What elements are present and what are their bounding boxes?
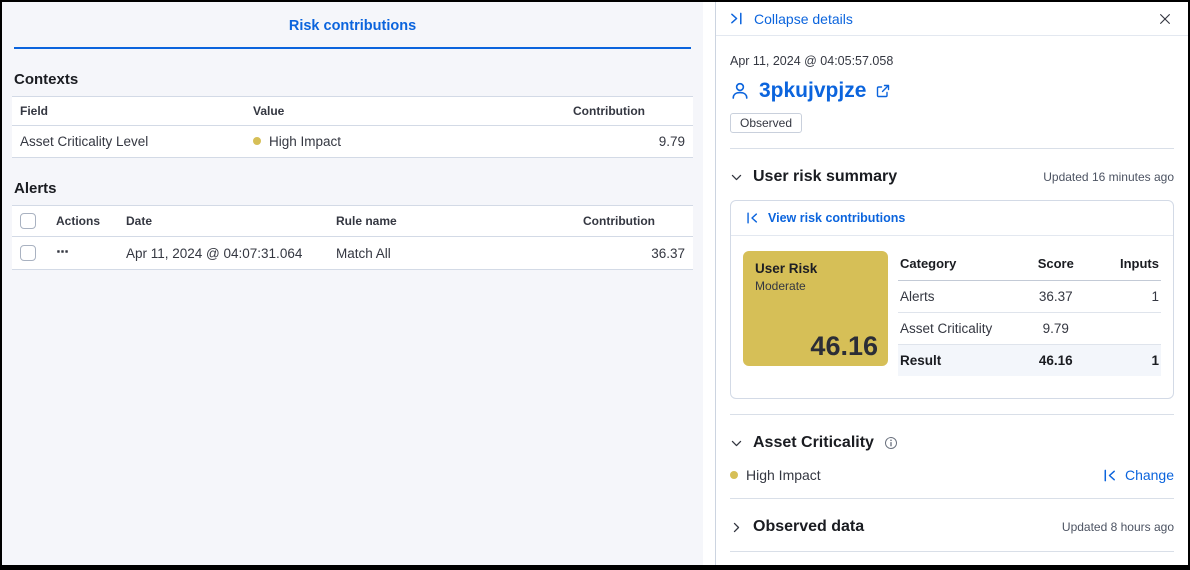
score-inputs-cell	[1095, 313, 1161, 345]
contexts-col-contribution: Contribution	[565, 97, 693, 126]
asset-criticality-title: Asset Criticality	[753, 434, 874, 452]
view-risk-contributions-button[interactable]: View risk contributions	[731, 201, 1173, 236]
info-icon[interactable]	[884, 436, 898, 450]
alerts-col-date: Date	[118, 206, 328, 237]
contexts-row: Asset Criticality Level High Impact 9.79	[12, 126, 693, 158]
alerts-table: Actions Date Rule name Contribution	[12, 205, 693, 270]
collapse-details-button[interactable]: Collapse details	[730, 11, 853, 27]
contexts-contribution-cell: 9.79	[565, 126, 693, 158]
chevron-down-icon[interactable]	[730, 437, 743, 450]
tab-bar: Risk contributions	[2, 2, 703, 49]
contexts-header-row: Field Value Contribution	[12, 97, 693, 126]
risk-tile-score: 46.16	[810, 331, 878, 362]
user-risk-score-tile: User Risk Moderate 46.16	[743, 251, 888, 366]
risk-summary-updated: Updated 16 minutes ago	[1043, 170, 1174, 184]
score-col-category: Category	[898, 249, 1016, 281]
observed-data-title: Observed data	[753, 518, 864, 536]
risk-timestamp: Apr 11, 2024 @ 04:05:57.058	[730, 54, 1174, 68]
contexts-col-field: Field	[12, 97, 245, 126]
alert-row: Apr 11, 2024 @ 04:07:31.064 Match All 36…	[12, 237, 693, 270]
flyout-body: Apr 11, 2024 @ 04:05:57.058 3pkujvpjze	[716, 36, 1188, 565]
entity-name-link[interactable]: 3pkujvpjze	[759, 79, 866, 103]
change-label: Change	[1125, 467, 1174, 483]
alert-date-cell: Apr 11, 2024 @ 04:07:31.064	[118, 237, 328, 270]
alert-rule-name-cell: Match All	[328, 237, 575, 270]
alert-contribution-cell: 36.37	[575, 237, 693, 270]
alerts-col-contribution: Contribution	[575, 206, 693, 237]
user-risk-summary-title: User risk summary	[753, 168, 897, 186]
score-inputs-cell: 1	[1095, 345, 1161, 377]
score-inputs-cell: 1	[1095, 281, 1161, 313]
contexts-heading: Contexts	[14, 71, 693, 88]
score-row-alerts: Alerts 36.37 1	[898, 281, 1161, 313]
user-risk-summary-header: User risk summary Updated 16 minutes ago	[730, 168, 1174, 186]
change-criticality-button[interactable]: Change	[1102, 467, 1174, 483]
close-icon[interactable]	[1156, 10, 1174, 28]
collapse-details-label: Collapse details	[754, 11, 853, 27]
view-risk-contributions-label: View risk contributions	[768, 211, 905, 225]
external-link-icon[interactable]	[875, 83, 891, 99]
alerts-col-rule-name: Rule name	[328, 206, 575, 237]
chevron-right-icon[interactable]	[730, 521, 743, 534]
score-category-cell: Alerts	[898, 281, 1016, 313]
risk-summary-card: View risk contributions User Risk Modera…	[730, 200, 1174, 399]
chevron-down-icon[interactable]	[730, 171, 743, 184]
score-category-cell: Result	[898, 345, 1016, 377]
divider	[730, 551, 1174, 552]
score-category-cell: Asset Criticality	[898, 313, 1016, 345]
divider	[730, 414, 1174, 415]
entity-title-row: 3pkujvpjze	[730, 79, 1174, 103]
risk-score-table: Category Score Inputs Alerts 36.37 1	[898, 249, 1161, 376]
panel-gutter	[703, 2, 715, 565]
risk-tile-title: User Risk	[755, 261, 876, 276]
more-actions-icon[interactable]	[56, 245, 69, 258]
asset-criticality-value-text: High Impact	[746, 467, 821, 483]
contexts-col-value: Value	[245, 97, 565, 126]
flyout-header: Collapse details	[716, 2, 1188, 36]
alerts-heading: Alerts	[14, 180, 693, 197]
risk-card-body: User Risk Moderate 46.16 Category Score …	[731, 236, 1173, 398]
score-header-row: Category Score Inputs	[898, 249, 1161, 281]
contexts-field-cell: Asset Criticality Level	[12, 126, 245, 158]
asset-criticality-row: High Impact Change	[730, 467, 1174, 483]
contexts-value-cell: High Impact	[245, 126, 565, 158]
arrow-end-icon	[730, 11, 745, 26]
score-value-cell: 46.16	[1016, 345, 1095, 377]
observed-data-updated: Updated 8 hours ago	[1062, 520, 1174, 534]
arrow-start-icon	[745, 211, 759, 225]
alert-select-cell	[12, 237, 48, 270]
score-col-score: Score	[1016, 249, 1095, 281]
observed-data-header: Observed data Updated 8 hours ago	[730, 518, 1174, 536]
score-col-inputs: Inputs	[1095, 249, 1161, 281]
contexts-table: Field Value Contribution Asset Criticali…	[12, 96, 693, 158]
alert-actions-cell	[48, 237, 118, 270]
criticality-dot-icon	[730, 471, 738, 479]
alerts-col-actions: Actions	[48, 206, 118, 237]
left-content: Contexts Field Value Contribution Asset …	[2, 49, 703, 270]
score-row-asset-criticality: Asset Criticality 9.79	[898, 313, 1161, 345]
asset-criticality-value: High Impact	[730, 467, 821, 483]
arrow-start-icon	[1102, 468, 1117, 483]
risk-tile-level: Moderate	[755, 279, 876, 293]
observed-status-badge: Observed	[730, 113, 802, 133]
risk-contributions-panel: Risk contributions Contexts Field Value …	[2, 2, 703, 565]
divider	[730, 148, 1174, 149]
user-icon	[730, 81, 750, 101]
risk-flyout: Risk contributions Contexts Field Value …	[0, 0, 1190, 570]
entity-details-panel: Collapse details Apr 11, 2024 @ 04:05:57…	[715, 2, 1188, 565]
tab-risk-contributions[interactable]: Risk contributions	[14, 18, 691, 49]
criticality-dot-icon	[253, 137, 261, 145]
score-row-result: Result 46.16 1	[898, 345, 1161, 377]
contexts-value-text: High Impact	[269, 134, 341, 149]
score-value-cell: 36.37	[1016, 281, 1095, 313]
alerts-select-all-cell	[12, 206, 48, 237]
select-all-checkbox[interactable]	[20, 213, 36, 229]
alerts-header-row: Actions Date Rule name Contribution	[12, 206, 693, 237]
asset-criticality-header: Asset Criticality	[730, 434, 1174, 452]
row-checkbox[interactable]	[20, 245, 36, 261]
divider	[730, 498, 1174, 499]
score-value-cell: 9.79	[1016, 313, 1095, 345]
